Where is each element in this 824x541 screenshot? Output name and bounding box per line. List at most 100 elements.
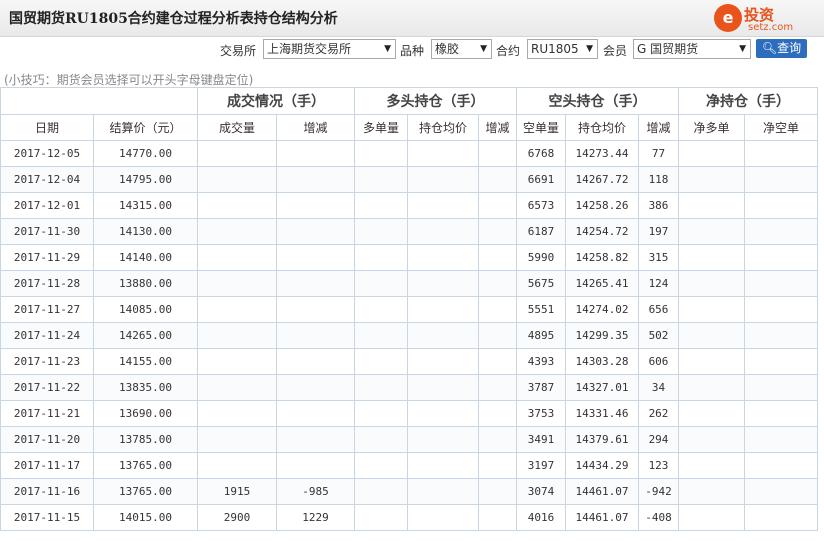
cell-vol [197, 322, 277, 349]
cell-net-short [744, 270, 818, 297]
cell-short-avg: 14327.01 [565, 374, 639, 401]
variety-select-value: 橡胶 [435, 42, 460, 56]
cell-date: 2017-12-04 [0, 166, 94, 193]
group-header-short: 空头持仓（手） [516, 87, 679, 115]
cell-vol-chg [276, 452, 355, 479]
cell-settle: 14770.00 [93, 140, 198, 167]
cell-net-short [744, 452, 818, 479]
cell-short-chg: 262 [638, 400, 679, 427]
cell-short: 3074 [516, 478, 566, 505]
col-header-settle: 结算价（元） [93, 114, 198, 141]
cell-net-long [678, 140, 745, 167]
query-button-label: 查询 [777, 41, 802, 55]
cell-long-chg [478, 348, 517, 375]
cell-short: 4393 [516, 348, 566, 375]
cell-vol [197, 426, 277, 453]
col-header-net-long: 净多单 [678, 114, 745, 141]
logo-icon: e [714, 4, 742, 32]
cell-date: 2017-12-05 [0, 140, 94, 167]
cell-long [354, 452, 408, 479]
col-header-long-change: 增减 [478, 114, 517, 141]
cell-vol-chg [276, 348, 355, 375]
cell-settle: 14265.00 [93, 322, 198, 349]
cell-net-long [678, 504, 745, 531]
cell-net-short [744, 140, 818, 167]
col-header-long: 多单量 [354, 114, 408, 141]
table-row: 2017-12-04 14795.00 6691 14267.72 118 [0, 166, 818, 193]
cell-short: 5675 [516, 270, 566, 297]
cell-short-chg: 315 [638, 244, 679, 271]
cell-vol [197, 244, 277, 271]
cell-net-long [678, 374, 745, 401]
cell-net-long [678, 270, 745, 297]
cell-vol-chg [276, 166, 355, 193]
col-header-volume: 成交量 [197, 114, 277, 141]
table-row: 2017-11-23 14155.00 4393 14303.28 606 [0, 348, 818, 375]
cell-long [354, 504, 408, 531]
cell-short-avg: 14379.61 [565, 426, 639, 453]
table-row: 2017-12-01 14315.00 6573 14258.26 386 [0, 192, 818, 219]
cell-settle: 13880.00 [93, 270, 198, 297]
contract-select[interactable]: RU1805 ▼ [527, 39, 598, 59]
group-header-blank [0, 87, 198, 115]
cell-date: 2017-11-29 [0, 244, 94, 271]
chevron-down-icon: ▼ [384, 44, 391, 54]
col-header-net-short: 净空单 [744, 114, 818, 141]
cell-long [354, 270, 408, 297]
table-row: 2017-11-27 14085.00 5551 14274.02 656 [0, 296, 818, 323]
cell-settle: 13765.00 [93, 452, 198, 479]
cell-net-short [744, 296, 818, 323]
chevron-down-icon: ▼ [480, 44, 487, 54]
cell-settle: 14015.00 [93, 504, 198, 531]
chevron-down-icon: ▼ [586, 44, 593, 54]
cell-short-avg: 14273.44 [565, 140, 639, 167]
variety-select[interactable]: 橡胶 ▼ [431, 39, 492, 59]
cell-short: 6573 [516, 192, 566, 219]
cell-short: 5990 [516, 244, 566, 271]
table-row: 2017-11-29 14140.00 5990 14258.82 315 [0, 244, 818, 271]
cell-long-avg [407, 244, 479, 271]
exchange-select-value: 上海期货交易所 [267, 42, 352, 56]
cell-settle: 14155.00 [93, 348, 198, 375]
cell-vol-chg [276, 426, 355, 453]
cell-date: 2017-11-21 [0, 400, 94, 427]
group-header-net: 净持仓（手） [678, 87, 818, 115]
chevron-down-icon: ▼ [739, 44, 746, 54]
query-button[interactable]: 🔍︎查询 [756, 39, 807, 58]
search-icon: 🔍︎ [761, 41, 778, 55]
cell-short: 6768 [516, 140, 566, 167]
member-select-value: G 国贸期货 [637, 42, 699, 56]
cell-settle: 13785.00 [93, 426, 198, 453]
cell-settle: 13835.00 [93, 374, 198, 401]
cell-short-avg: 14303.28 [565, 348, 639, 375]
cell-date: 2017-11-28 [0, 270, 94, 297]
site-logo[interactable]: e 投资 setz.com [714, 4, 820, 36]
table-row: 2017-11-28 13880.00 5675 14265.41 124 [0, 270, 818, 297]
cell-date: 2017-11-27 [0, 296, 94, 323]
cell-vol [197, 140, 277, 167]
cell-vol-chg [276, 296, 355, 323]
group-header-volume: 成交情况（手） [197, 87, 355, 115]
cell-vol-chg [276, 400, 355, 427]
page-title: 国贸期货RU1805合约建仓过程分析表持仓结构分析 [9, 11, 338, 27]
cell-long-avg [407, 374, 479, 401]
cell-settle: 13765.00 [93, 478, 198, 505]
cell-date: 2017-11-17 [0, 452, 94, 479]
cell-net-long [678, 426, 745, 453]
cell-date: 2017-11-15 [0, 504, 94, 531]
table-row: 2017-11-20 13785.00 3491 14379.61 294 [0, 426, 818, 453]
exchange-select[interactable]: 上海期货交易所 ▼ [263, 39, 396, 59]
cell-long [354, 322, 408, 349]
cell-vol [197, 374, 277, 401]
cell-short-chg: 34 [638, 374, 679, 401]
cell-vol-chg: -985 [276, 478, 355, 505]
cell-short-chg: 197 [638, 218, 679, 245]
cell-short-chg: 502 [638, 322, 679, 349]
filter-bar: 交易所 上海期货交易所 ▼ 品种 橡胶 ▼ 合约 RU1805 ▼ 会员 G 国… [0, 38, 824, 62]
cell-short-chg: -942 [638, 478, 679, 505]
member-select[interactable]: G 国贸期货 ▼ [633, 39, 751, 59]
cell-long [354, 140, 408, 167]
cell-vol-chg: 1229 [276, 504, 355, 531]
group-header-long: 多头持仓（手） [354, 87, 517, 115]
cell-date: 2017-12-01 [0, 192, 94, 219]
